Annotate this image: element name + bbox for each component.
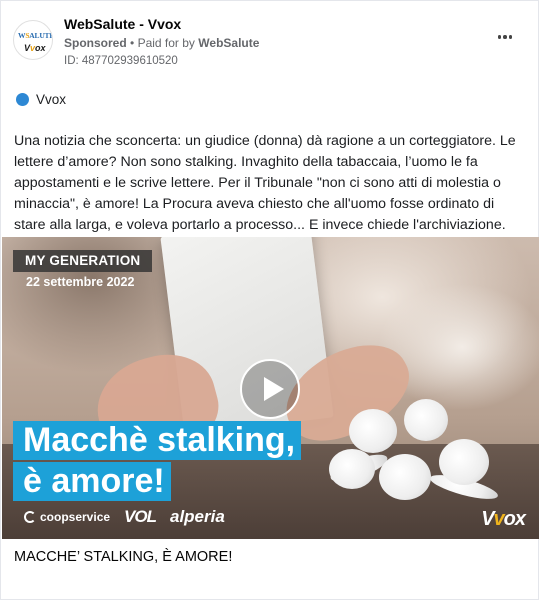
avatar[interactable]: WSALUTE Vvox bbox=[13, 20, 53, 60]
coopservice-logo: coopservice bbox=[24, 510, 110, 524]
series-tag: MY GENERATION bbox=[13, 250, 153, 272]
platform-row: Vvox bbox=[16, 92, 66, 107]
alperia-logo: alperia bbox=[170, 507, 225, 526]
vol-logo: VOL bbox=[124, 507, 157, 526]
ellipsis-icon[interactable] bbox=[494, 30, 516, 44]
ad-id: ID: 487702939610520 bbox=[64, 55, 178, 67]
headline-line-2: è amore! bbox=[13, 462, 171, 501]
separator: • bbox=[130, 36, 135, 50]
page-name[interactable]: WebSalute - Vvox bbox=[64, 16, 181, 32]
flowers bbox=[309, 399, 500, 519]
link-caption[interactable]: MACCHE’ STALKING, È AMORE! bbox=[14, 549, 232, 565]
headline-line-1: Macchè stalking, bbox=[13, 421, 302, 460]
sponsor-logos: coopservice VOL alperia bbox=[24, 507, 225, 527]
sponsored-label: Sponsored bbox=[64, 36, 127, 50]
avatar-logo-bottom: Vvox bbox=[24, 43, 46, 53]
series-date: 22 settembre 2022 bbox=[26, 275, 135, 289]
platform-dot-icon bbox=[16, 93, 29, 106]
paid-for-label: Paid for by bbox=[137, 36, 195, 50]
avatar-logo-top: WSALUTE bbox=[18, 31, 53, 40]
video-thumbnail[interactable]: MY GENERATION 22 settembre 2022 Macchè s… bbox=[2, 237, 539, 539]
paid-for-name[interactable]: WebSalute bbox=[198, 36, 259, 50]
ad-card: WSALUTE Vvox WebSalute - Vvox Sponsored … bbox=[0, 0, 539, 600]
post-header: WSALUTE Vvox WebSalute - Vvox Sponsored … bbox=[13, 12, 526, 72]
platform-label: Vvox bbox=[36, 92, 67, 107]
play-icon[interactable] bbox=[240, 359, 300, 419]
vvox-logo: Vvox bbox=[481, 508, 526, 530]
sponsored-line: Sponsored • Paid for by WebSalute bbox=[64, 36, 259, 50]
